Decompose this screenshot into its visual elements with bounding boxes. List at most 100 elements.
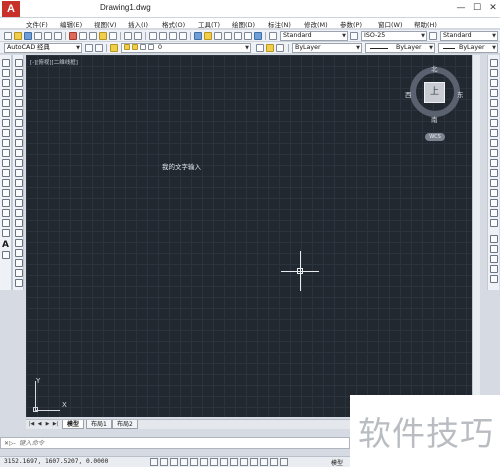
array-icon[interactable] — [15, 99, 23, 107]
cut-icon[interactable] — [69, 32, 77, 40]
compass-north[interactable]: 北 — [431, 63, 438, 73]
extend-icon[interactable] — [490, 159, 498, 167]
menu-help[interactable]: 帮助(H) — [414, 19, 437, 29]
paste-icon[interactable] — [89, 32, 97, 40]
menu-parametric[interactable]: 参数(P) — [340, 19, 362, 29]
command-input[interactable] — [19, 439, 319, 448]
transparency-icon[interactable] — [260, 458, 268, 466]
maximize-button[interactable]: ☐ — [470, 2, 484, 15]
revision-cloud-icon[interactable] — [2, 129, 10, 137]
make-current-layer-icon[interactable] — [256, 44, 264, 52]
redo-icon[interactable] — [134, 32, 142, 40]
wcs-menu[interactable]: WCS — [425, 133, 445, 141]
zoom-realtime-icon[interactable] — [159, 32, 167, 40]
table-style-select[interactable]: Standard ▼ — [440, 31, 498, 41]
polar-tracking-icon[interactable] — [190, 458, 198, 466]
menu-window[interactable]: 窗口(W) — [378, 19, 403, 29]
circle-icon[interactable] — [2, 119, 10, 127]
print-icon[interactable] — [34, 32, 42, 40]
layer-manager-icon[interactable] — [110, 44, 118, 52]
snap-endpoint-icon[interactable] — [15, 219, 23, 227]
fillet-icon[interactable] — [490, 209, 498, 217]
compass-west[interactable]: 西 — [405, 89, 412, 99]
add-selected-icon[interactable] — [2, 251, 10, 259]
quickcalc-icon[interactable] — [244, 32, 252, 40]
drawing-canvas[interactable]: [-][俯视][二维线框] 我的文字输入 上 北 南 东 西 WCS Y X — [26, 55, 472, 417]
menu-dimension[interactable]: 标注(N) — [268, 19, 291, 29]
plot-preview-icon[interactable] — [44, 32, 52, 40]
layer-states-icon[interactable] — [276, 44, 284, 52]
trim-icon[interactable] — [490, 149, 498, 157]
workspace-settings-icon[interactable] — [85, 44, 93, 52]
menu-edit[interactable]: 编辑(E) — [60, 19, 82, 29]
menu-file[interactable]: 文件(F) — [26, 19, 48, 29]
menu-modify[interactable]: 修改(M) — [304, 19, 328, 29]
make-block-icon[interactable] — [2, 179, 10, 187]
dynamic-input-icon[interactable] — [240, 458, 248, 466]
lineweight-display-icon[interactable] — [250, 458, 258, 466]
properties-icon[interactable] — [194, 32, 202, 40]
copy-icon[interactable] — [79, 32, 87, 40]
text-edit-icon[interactable] — [490, 245, 498, 253]
array-icon[interactable] — [490, 99, 498, 107]
move-icon[interactable] — [15, 109, 23, 117]
menu-draw[interactable]: 绘图(D) — [232, 19, 255, 29]
snap-center-icon[interactable] — [15, 249, 23, 257]
lineweight-select[interactable]: ByLayer ▼ — [438, 43, 498, 53]
snap-settings-icon[interactable] — [15, 279, 23, 287]
grid-display-icon[interactable] — [170, 458, 178, 466]
mirror-icon[interactable] — [15, 79, 23, 87]
viewport-controls[interactable]: [-][俯视][二维线框] — [30, 58, 78, 66]
stretch-icon[interactable] — [15, 139, 23, 147]
vertical-scrollbar[interactable] — [472, 55, 480, 417]
first-tab-button[interactable]: |◀ — [28, 421, 35, 428]
gear-icon[interactable] — [95, 44, 103, 52]
tab-layout1[interactable]: 布局1 — [86, 420, 112, 429]
construction-line-icon[interactable] — [2, 69, 10, 77]
last-tab-button[interactable]: ▶| — [52, 421, 59, 428]
move-icon[interactable] — [490, 109, 498, 117]
dynamic-ucs-icon[interactable] — [230, 458, 238, 466]
draw-order-icon[interactable] — [490, 235, 498, 243]
rotate-icon[interactable] — [490, 119, 498, 127]
save-icon[interactable] — [24, 32, 32, 40]
polyline-edit-icon[interactable] — [490, 265, 498, 273]
break-icon[interactable] — [490, 179, 498, 187]
snap-tangent-icon[interactable] — [15, 259, 23, 267]
snap-perpendicular-icon[interactable] — [15, 269, 23, 277]
hatch-icon[interactable] — [2, 199, 10, 207]
chamfer-icon[interactable] — [490, 199, 498, 207]
break-at-point-icon[interactable] — [490, 169, 498, 177]
zoom-window-icon[interactable] — [169, 32, 177, 40]
text-entity[interactable]: 我的文字输入 — [162, 161, 201, 171]
coordinate-readout[interactable]: 3152.1697, 1607.5207, 0.0000 — [4, 458, 108, 465]
erase-icon[interactable] — [490, 59, 498, 67]
scale-icon[interactable] — [490, 129, 498, 137]
autocad-logo-icon[interactable]: A — [2, 1, 20, 17]
snap-midpoint-icon[interactable] — [15, 229, 23, 237]
sheet-set-icon[interactable] — [224, 32, 232, 40]
model-space-toggle[interactable]: 模型 — [331, 458, 343, 467]
stretch-icon[interactable] — [490, 139, 498, 147]
ellipse-arc-icon[interactable] — [2, 159, 10, 167]
region-icon[interactable] — [2, 219, 10, 227]
linetype-select[interactable]: ByLayer ▼ — [365, 43, 435, 53]
polygon-icon[interactable] — [2, 89, 10, 97]
pan-icon[interactable] — [149, 32, 157, 40]
open-icon[interactable] — [14, 32, 22, 40]
text-style-select[interactable]: Standard ▼ — [280, 31, 348, 41]
selection-cycling-icon[interactable] — [280, 458, 288, 466]
snap-mode-icon[interactable] — [160, 458, 168, 466]
rectangle-icon[interactable] — [2, 99, 10, 107]
color-select[interactable]: ByLayer ▼ — [292, 43, 362, 53]
hatch-edit-icon[interactable] — [490, 255, 498, 263]
join-icon[interactable] — [15, 179, 23, 187]
compass-east[interactable]: 东 — [457, 89, 464, 99]
trim-icon[interactable] — [15, 149, 23, 157]
point-icon[interactable] — [2, 189, 10, 197]
chamfer-icon[interactable] — [15, 189, 23, 197]
extend-icon[interactable] — [15, 159, 23, 167]
rotate-icon[interactable] — [15, 119, 23, 127]
layer-previous-icon[interactable] — [266, 44, 274, 52]
previous-tab-button[interactable]: ◀ — [36, 421, 43, 428]
